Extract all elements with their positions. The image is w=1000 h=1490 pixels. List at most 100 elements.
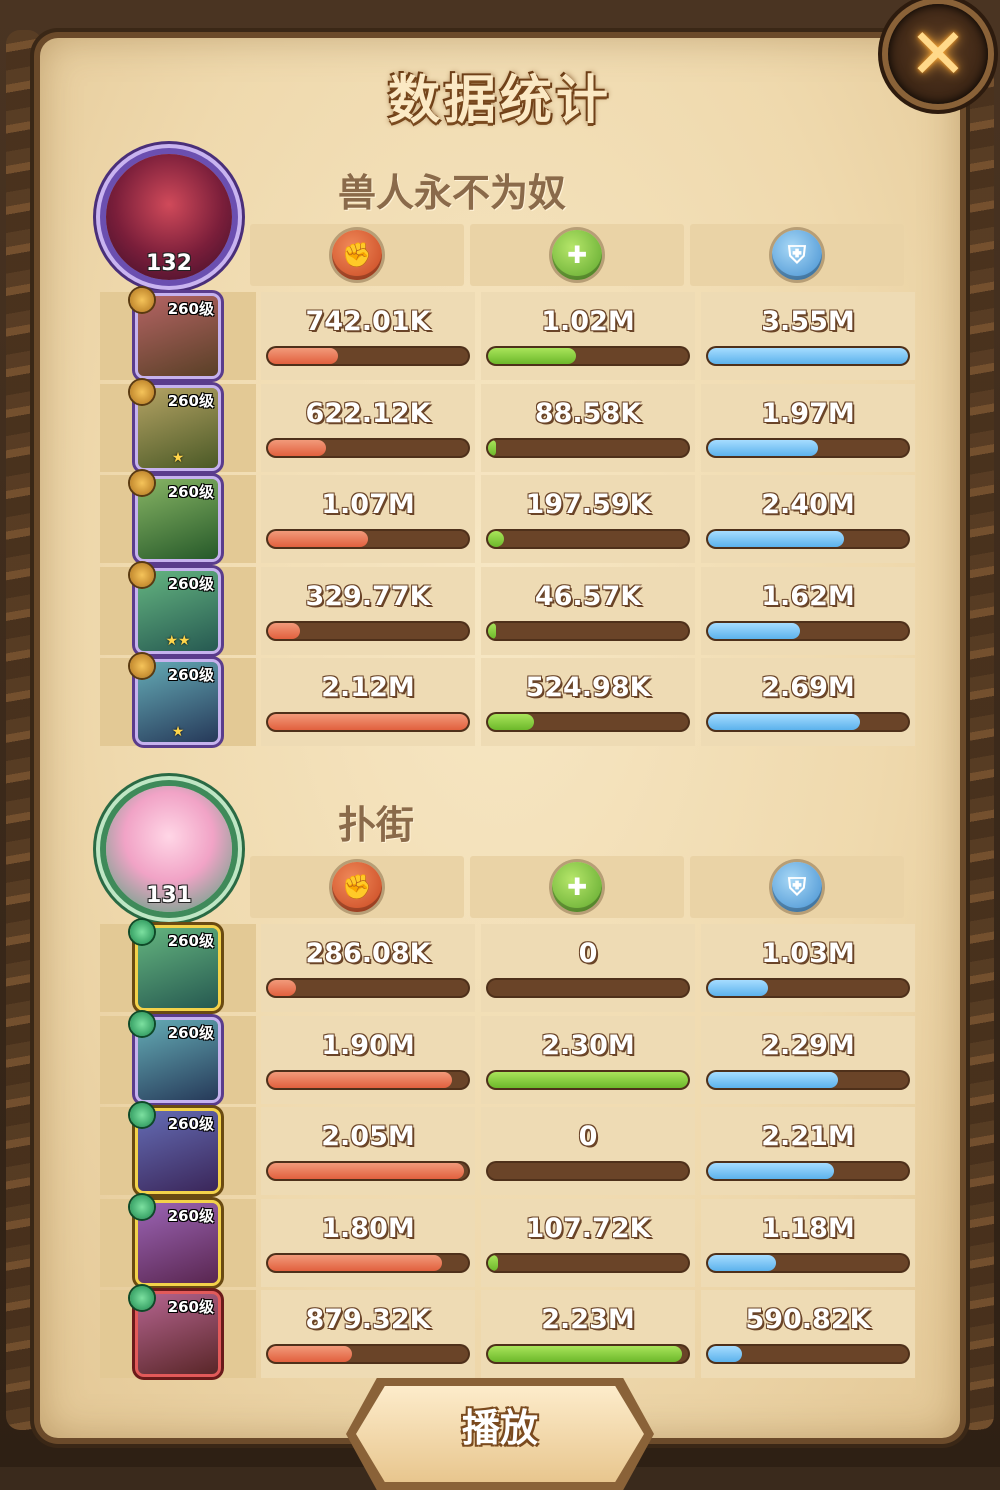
hero-level: 260级 bbox=[167, 1298, 214, 1316]
hero-portrait[interactable]: 260级 bbox=[130, 471, 218, 559]
damage-value: 742.01K bbox=[305, 306, 431, 337]
star-rating: ★★ bbox=[165, 632, 191, 649]
damage-value: 622.12K bbox=[305, 397, 431, 429]
close-button[interactable]: ✕ bbox=[888, 4, 988, 104]
hero-portrait[interactable]: 260级 ★ bbox=[130, 379, 218, 468]
team-name: 兽人永不为奴 bbox=[338, 171, 567, 215]
defense-value: 1.62M bbox=[761, 580, 855, 612]
heal-bar-fill bbox=[488, 622, 496, 639]
damage-bar-fill bbox=[268, 1254, 442, 1271]
hero-portrait[interactable]: 260级 bbox=[130, 288, 218, 376]
team-name: 扑街 bbox=[338, 803, 415, 847]
panel-title: 数据统计 bbox=[387, 71, 612, 131]
defense-stat-cell: 2.29M bbox=[701, 1015, 915, 1104]
damage-bar bbox=[268, 439, 468, 456]
defense-stat-icon: ⛨ bbox=[772, 230, 822, 280]
defense-bar-fill bbox=[708, 439, 818, 456]
heal-stat-cell: 88.58K bbox=[481, 383, 695, 472]
defense-bar bbox=[708, 531, 908, 547]
hero-portrait[interactable]: 260级 bbox=[130, 1286, 218, 1374]
defense-stat-cell: 2.69M bbox=[701, 658, 915, 746]
damage-bar bbox=[268, 1163, 468, 1179]
heal-bar bbox=[488, 1163, 688, 1179]
heal-bar-fill bbox=[488, 714, 534, 730]
damage-bar-fill bbox=[268, 531, 368, 547]
damage-bar-fill bbox=[268, 1346, 352, 1362]
heal-bar bbox=[488, 1346, 688, 1362]
hero-portrait[interactable]: 260级 ★★ bbox=[130, 562, 218, 651]
heal-value: 0 bbox=[578, 938, 598, 969]
star-rating: ★ bbox=[171, 724, 185, 740]
defense-bar bbox=[708, 622, 908, 639]
team-avatar[interactable]: 131 bbox=[106, 786, 232, 912]
damage-bar bbox=[268, 980, 468, 996]
damage-bar-fill bbox=[268, 622, 300, 639]
defense-bar bbox=[708, 439, 908, 456]
defense-value: 1.97M bbox=[761, 397, 855, 429]
heal-value: 524.98K bbox=[525, 672, 651, 703]
defense-value: 2.21M bbox=[761, 1121, 855, 1152]
heal-bar-fill bbox=[488, 348, 576, 364]
hero-level: 260级 bbox=[167, 1115, 214, 1133]
vine-border-right bbox=[958, 30, 994, 1430]
defense-stat-icon: ⛨ bbox=[772, 862, 822, 912]
hero-level: 260级 bbox=[167, 1206, 214, 1225]
orc-faction-icon bbox=[130, 288, 154, 312]
heal-stat-cell: 2.23M bbox=[481, 1290, 695, 1378]
hero-portrait[interactable]: 260级 bbox=[130, 1103, 218, 1191]
damage-bar bbox=[268, 622, 468, 639]
close-icon: ✕ bbox=[908, 13, 968, 95]
heal-stat-cell: 2.30M bbox=[481, 1015, 695, 1104]
defense-bar-fill bbox=[708, 348, 908, 364]
damage-value: 2.05M bbox=[321, 1121, 415, 1152]
defense-bar-fill bbox=[708, 980, 768, 996]
defense-bar bbox=[708, 980, 908, 996]
damage-bar bbox=[268, 714, 468, 730]
damage-stat-cell: 742.01K bbox=[261, 292, 475, 380]
play-button[interactable]: 播放 bbox=[356, 1386, 644, 1482]
orc-faction-icon bbox=[130, 654, 154, 678]
damage-stat-cell: 1.07M bbox=[261, 475, 475, 563]
defense-value: 2.69M bbox=[761, 672, 855, 703]
orc-faction-icon bbox=[130, 562, 154, 587]
team-avatar[interactable]: 132 bbox=[106, 154, 232, 280]
damage-stat-cell: 622.12K bbox=[261, 383, 475, 472]
defense-value: 2.29M bbox=[761, 1029, 855, 1061]
defense-bar bbox=[708, 714, 908, 730]
defense-stat-cell: 3.55M bbox=[701, 292, 915, 380]
hero-portrait[interactable]: 260级 bbox=[130, 1194, 218, 1283]
defense-bar-fill bbox=[708, 714, 860, 730]
heal-bar bbox=[488, 980, 688, 996]
heal-stat-cell: 197.59K bbox=[481, 475, 695, 563]
stat-header-cell: ✊ bbox=[250, 224, 464, 286]
stat-header-cell: ✊ bbox=[250, 856, 464, 918]
heal-value: 2.30M bbox=[541, 1029, 635, 1061]
heal-bar bbox=[488, 1254, 688, 1271]
heal-bar bbox=[488, 1071, 688, 1088]
orc-faction-icon bbox=[130, 471, 154, 495]
heal-bar bbox=[488, 348, 688, 364]
defense-stat-cell: 1.03M bbox=[701, 924, 915, 1012]
heal-bar bbox=[488, 714, 688, 730]
heal-value: 107.72K bbox=[525, 1212, 651, 1244]
heal-bar-fill bbox=[488, 1254, 498, 1271]
defense-stat-cell: 1.18M bbox=[701, 1198, 915, 1287]
defense-stat-cell: 590.82K bbox=[701, 1290, 915, 1378]
damage-bar bbox=[268, 348, 468, 364]
nature-faction-icon bbox=[130, 1286, 154, 1310]
hero-portrait[interactable]: 260级 ★ bbox=[130, 654, 218, 742]
hero-portrait[interactable]: 260级 bbox=[130, 1011, 218, 1100]
damage-stat-cell: 879.32K bbox=[261, 1290, 475, 1378]
damage-bar-fill bbox=[268, 439, 326, 456]
heal-bar bbox=[488, 439, 688, 456]
attack-stat-icon: ✊ bbox=[332, 862, 382, 912]
damage-value: 286.08K bbox=[305, 938, 431, 969]
nature-faction-icon bbox=[130, 1011, 154, 1036]
stat-header-cell: ✚ bbox=[470, 224, 684, 286]
heal-value: 2.23M bbox=[541, 1304, 635, 1335]
heal-bar-fill bbox=[488, 439, 496, 456]
team-avatar-level: 131 bbox=[146, 883, 192, 908]
heal-stat-icon: ✚ bbox=[552, 230, 602, 280]
damage-stat-cell: 2.12M bbox=[261, 658, 475, 746]
hero-portrait[interactable]: 260级 bbox=[130, 920, 218, 1008]
